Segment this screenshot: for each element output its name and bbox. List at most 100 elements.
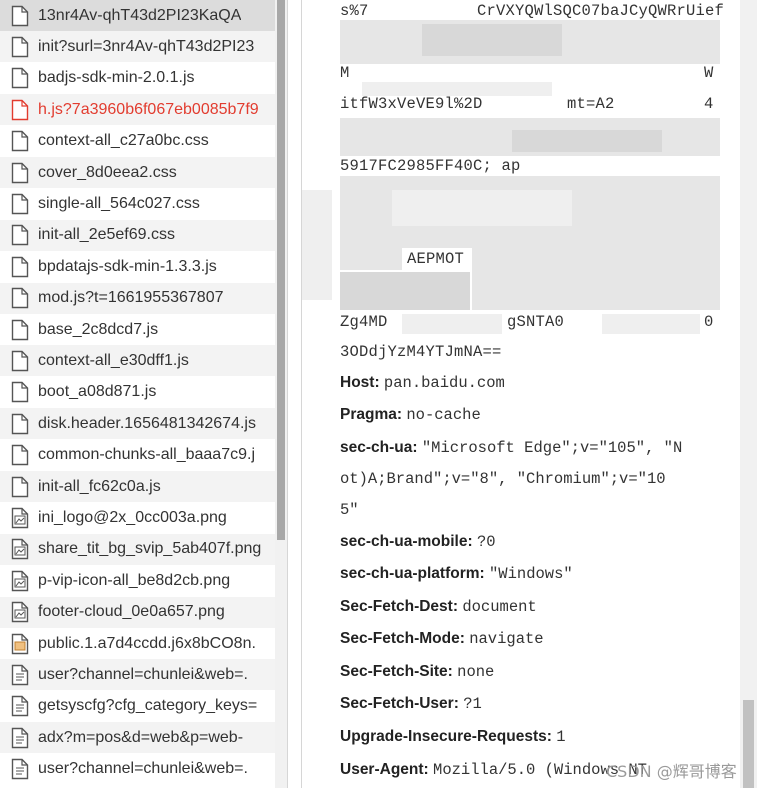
header-row-upgrade-insecure-requests: Upgrade-Insecure-Requests: 1 [340,728,566,746]
header-value: none [457,663,495,681]
request-row-name: share_tit_bg_svip_5ab407f.png [38,540,262,558]
redaction-mask [392,190,572,226]
request-row[interactable]: public.1.a7d4ccdd.j6x8bCO8n. [0,628,275,659]
header-name: Sec-Fetch-Mode: [340,630,465,647]
header-fragment: AEPMOT [407,250,465,268]
header-row-pragma: Pragma: no-cache [340,406,481,424]
request-row-name: single-all_564c027.css [38,194,200,212]
header-row-continuation: 5" [340,501,359,519]
request-row-name: badjs-sdk-min-2.0.1.js [38,69,195,87]
request-row-name: context-all_e30dff1.js [38,351,189,369]
redaction-mask [302,190,332,300]
request-row-name: bpdatajs-sdk-min-1.3.3.js [38,257,217,275]
header-row-sec-fetch-mode: Sec-Fetch-Mode: navigate [340,630,544,648]
header-value: pan.baidu.com [383,374,505,392]
redaction-mask [362,82,552,96]
request-row-name: 13nr4Av-qhT43d2PI23KaQA [38,6,242,24]
redaction-mask [602,314,700,334]
header-row-sec-ch-ua-platform: sec-ch-ua-platform: "Windows" [340,565,573,583]
header-name: Host: [340,374,380,391]
header-name: Sec-Fetch-User: [340,695,459,712]
header-value: "Windows" [489,565,573,583]
header-value: 1 [556,728,566,746]
request-list-scrollbar[interactable] [275,0,287,788]
header-value: ot)A;Brand";v="8", "Chromium";v="10 [340,470,666,488]
request-row[interactable]: getsyscfg?cfg_category_keys= [0,691,275,722]
request-row[interactable]: h.js?7a3960b6f067eb0085b7f9 [0,94,275,126]
pane-divider[interactable] [287,0,302,788]
request-row[interactable]: disk.header.1656481342674.js [0,408,275,440]
request-row-name: h.js?7a3960b6f067eb0085b7f9 [38,100,259,118]
request-list-scrollbar-thumb[interactable] [277,0,285,540]
redaction-mask [340,272,470,310]
request-row[interactable]: init?surl=3nr4Av-qhT43d2PI23 [0,31,275,63]
header-name: Sec-Fetch-Site: [340,663,453,680]
request-row[interactable]: adx?m=pos&d=web&p=web- [0,722,275,754]
request-row-name: ini_logo@2x_0cc003a.png [38,508,227,526]
request-row-name: getsyscfg?cfg_category_keys= [38,697,258,715]
request-row[interactable]: base_2c8dcd7.js [0,314,275,345]
request-row[interactable]: context-all_c27a0bc.css [0,126,275,157]
request-row[interactable]: boot_a08d871.js [0,377,275,408]
request-row[interactable]: bpdatajs-sdk-min-1.3.3.js [0,251,275,282]
header-fragment: 0 [704,313,714,331]
header-fragment: 3ODdjYzM4YTJmNA== [340,343,502,361]
header-row-user-agent: User-Agent: Mozilla/5.0 (Windows NT [340,761,647,779]
header-row-continuation: ot)A;Brand";v="8", "Chromium";v="10 [340,470,666,488]
header-fragment: 5917FC2985FF40C; ap [340,157,521,175]
request-row-name: context-all_c27a0bc.css [38,132,209,150]
request-row[interactable]: init-all_2e5ef69.css [0,219,275,251]
header-row-sec-fetch-user: Sec-Fetch-User: ?1 [340,695,482,713]
header-name: Sec-Fetch-Dest: [340,598,458,615]
request-row[interactable]: 13nr4Av-qhT43d2PI23KaQA [0,0,275,31]
headers-scrollbar-thumb[interactable] [743,700,754,788]
header-fragment: s%7 [340,2,369,20]
request-row[interactable]: init-all_fc62c0a.js [0,471,275,502]
header-fragment: CrVXYQWlSQC07baJCyQWRrUief [477,2,725,20]
header-value: ?1 [463,695,482,713]
request-row-name: footer-cloud_0e0a657.png [38,603,225,621]
header-row-host: Host: pan.baidu.com [340,374,505,392]
request-row[interactable]: context-all_e30dff1.js [0,345,275,377]
request-row-name: base_2c8dcd7.js [38,320,159,338]
request-row-name: disk.header.1656481342674.js [38,414,256,432]
header-value: navigate [469,630,544,648]
redaction-mask [512,130,662,152]
request-row-name: init?surl=3nr4Av-qhT43d2PI23 [38,37,255,55]
header-row-sec-ch-ua-mobile: sec-ch-ua-mobile: ?0 [340,533,496,551]
header-value: 5" [340,501,359,519]
request-row[interactable]: single-all_564c027.css [0,188,275,219]
request-row[interactable]: footer-cloud_0e0a657.png [0,596,275,628]
request-row-name: init-all_2e5ef69.css [38,226,175,244]
request-row[interactable]: share_tit_bg_svip_5ab407f.png [0,533,275,565]
request-row-name: mod.js?t=1661955367807 [38,289,224,307]
request-list: 13nr4Av-qhT43d2PI23KaQA init?surl=3nr4Av-… [0,0,275,788]
headers-scrollbar[interactable] [740,0,757,788]
request-row[interactable]: user?channel=chunlei&web=. [0,659,275,691]
request-row-name: user?channel=chunlei&web=. [38,665,248,683]
request-row[interactable]: ini_logo@2x_0cc003a.png [0,502,275,533]
request-row-name: adx?m=pos&d=web&p=web- [38,728,244,746]
request-row-name: public.1.a7d4ccdd.j6x8bCO8n. [38,634,256,652]
redaction-mask [340,248,402,270]
header-name: sec-ch-ua-platform: [340,565,485,582]
header-value: no-cache [406,406,481,424]
header-fragment: itfW3xVeVE9l%2D [340,95,483,113]
request-row[interactable]: user?channel=chunlei&web=. [0,754,275,785]
header-value: "Microsoft Edge";v="105", "N [421,439,683,457]
request-row-name: init-all_fc62c0a.js [38,477,161,495]
header-name: sec-ch-ua-mobile: [340,533,473,550]
request-row[interactable]: p-vip-icon-all_be8d2cb.png [0,565,275,596]
request-row[interactable]: common-chunks-all_baaa7c9.j [0,440,275,471]
redaction-mask [422,24,562,56]
request-row[interactable]: mod.js?t=1661955367807 [0,282,275,314]
redaction-mask [402,314,502,334]
request-row[interactable]: badjs-sdk-min-2.0.1.js [0,63,275,94]
header-fragment: M [340,64,350,82]
request-row[interactable]: cover_8d0eea2.css [0,157,275,188]
header-name: Upgrade-Insecure-Requests: [340,728,552,745]
header-fragment: mt=A2 [567,95,615,113]
header-fragment: W [704,64,714,82]
header-row-sec-fetch-dest: Sec-Fetch-Dest: document [340,598,537,616]
request-row-name: p-vip-icon-all_be8d2cb.png [38,571,231,589]
